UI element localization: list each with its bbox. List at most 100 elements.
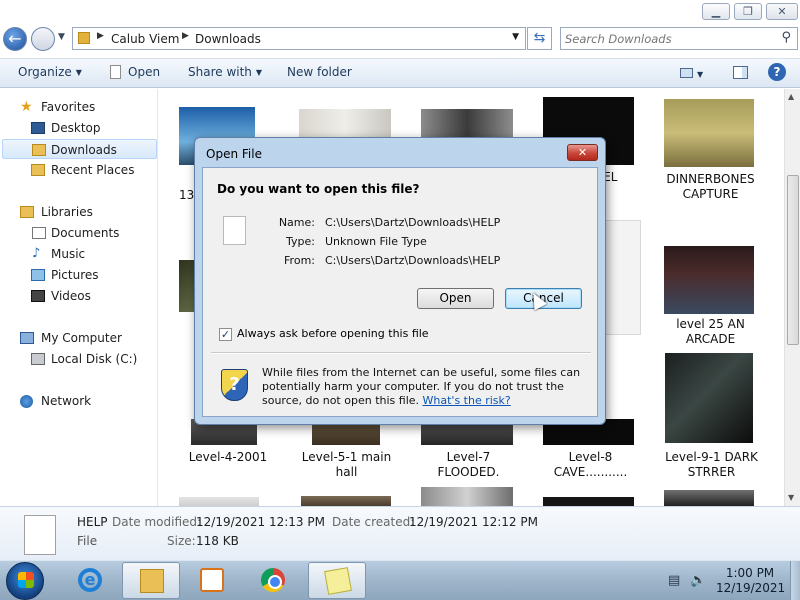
always-ask-checkbox[interactable]: ✓: [219, 328, 232, 341]
file-item-level-9-1-dark-strrer[interactable]: Level-9-1 DARK STRRER: [659, 353, 764, 483]
date-created-value: 12/19/2021 12:12 PM: [409, 515, 538, 529]
address-box[interactable]: ▶ Calub Viem ▶ Downloads ▼: [72, 27, 526, 50]
file-label: level 25 AN ARCADE: [676, 317, 745, 346]
search-icon[interactable]: ⚲: [781, 30, 791, 45]
chrome-icon: [261, 568, 285, 592]
nav-network[interactable]: Network: [20, 391, 150, 411]
open-button[interactable]: Open: [110, 65, 160, 79]
thumbnail-image: [665, 353, 753, 443]
search-input[interactable]: [565, 31, 765, 47]
computer-icon: [20, 332, 34, 344]
folder-icon: [78, 32, 90, 44]
open-file-button[interactable]: Open: [417, 288, 494, 309]
nav-videos[interactable]: Videos: [30, 286, 150, 306]
hard-disk-icon: [31, 353, 45, 365]
documents-icon: [32, 227, 46, 239]
taskbar-windows-explorer[interactable]: [122, 562, 180, 599]
refresh-button[interactable]: ⇆: [527, 27, 552, 50]
nav-local-disk[interactable]: Local Disk (C:): [30, 349, 150, 369]
dialog-question: Do you want to open this file?: [217, 182, 420, 196]
internet-explorer-icon: e: [78, 568, 102, 592]
windows-logo-icon: [18, 572, 34, 588]
network-tray-icon[interactable]: ▤: [668, 573, 680, 588]
chevron-right-icon[interactable]: ▶: [97, 31, 104, 41]
folder-icon: [140, 569, 164, 593]
file-item[interactable]: [301, 496, 391, 506]
nav-libraries[interactable]: Libraries: [20, 202, 150, 222]
file-label: Level-4-2001: [188, 450, 268, 464]
file-item[interactable]: [543, 497, 634, 506]
search-box[interactable]: ⚲: [560, 27, 798, 50]
change-view-button[interactable]: ▼: [680, 67, 703, 81]
minimize-button[interactable]: ▁: [702, 3, 730, 20]
file-item[interactable]: [421, 487, 513, 506]
downloads-folder-icon: [32, 144, 46, 156]
breadcrumb-downloads[interactable]: Downloads: [195, 32, 261, 46]
media-player-icon: [200, 568, 224, 592]
file-item-level-25-arcade[interactable]: level 25 AN ARCADE: [659, 246, 764, 351]
file-item-dinnerbones-capture[interactable]: DINNERBONES CAPTURE: [659, 99, 764, 204]
nav-my-computer[interactable]: My Computer: [20, 328, 150, 348]
date-created-label: Date created:: [332, 515, 415, 529]
nav-downloads[interactable]: Downloads: [2, 139, 157, 159]
type-label: Type:: [286, 235, 315, 248]
selected-file-type: File: [77, 534, 98, 548]
desktop-icon: [31, 122, 45, 134]
scroll-down-arrow-icon[interactable]: ▼: [788, 493, 794, 502]
star-icon: ★: [20, 99, 33, 115]
file-label: Level-9-1 DARK STRRER: [665, 450, 758, 479]
file-type-value: Unknown File Type: [325, 235, 427, 248]
details-pane: HELP File Date modified: 12/19/2021 12:1…: [0, 506, 800, 560]
start-button[interactable]: [6, 562, 44, 600]
nav-favorites[interactable]: ★ Favorites: [20, 97, 150, 117]
file-from-value: C:\Users\Dartz\Downloads\HELP: [325, 254, 501, 267]
show-desktop-button[interactable]: [790, 561, 800, 600]
address-dropdown-icon[interactable]: ▼: [512, 32, 519, 42]
scroll-up-arrow-icon[interactable]: ▲: [788, 92, 794, 101]
volume-icon[interactable]: 🔈: [690, 573, 706, 588]
size-value: 118 KB: [196, 534, 239, 548]
scrollbar-thumb[interactable]: [787, 175, 799, 345]
thumbnail-image: [664, 99, 754, 167]
nav-desktop[interactable]: Desktop: [30, 118, 150, 138]
nav-documents[interactable]: Documents: [30, 223, 150, 243]
back-button[interactable]: ←: [3, 27, 27, 51]
file-item[interactable]: [664, 490, 754, 506]
nav-recent-places[interactable]: Recent Places: [30, 160, 150, 180]
organize-button[interactable]: Organize ▼: [18, 65, 82, 79]
close-window-button[interactable]: ✕: [766, 3, 798, 20]
vertical-scrollbar[interactable]: ▲ ▼: [784, 89, 800, 506]
dialog-title: Open File: [206, 147, 262, 161]
taskbar-chrome[interactable]: [244, 562, 302, 599]
taskbar-sticky-notes[interactable]: [308, 562, 366, 599]
file-document-icon: [24, 515, 56, 555]
preview-pane-button[interactable]: [733, 66, 748, 79]
whats-the-risk-link[interactable]: What's the risk?: [423, 394, 511, 407]
clock-time: 1:00 PM: [725, 566, 775, 580]
recent-pages-dropdown[interactable]: ▼: [58, 32, 65, 42]
nav-music[interactable]: ♪ Music: [30, 244, 150, 264]
help-button[interactable]: ?: [768, 63, 786, 81]
navigation-pane: ★ Favorites Desktop Downloads Recent Pla…: [0, 89, 158, 506]
file-item[interactable]: [179, 497, 259, 506]
nav-pictures[interactable]: Pictures: [30, 265, 150, 285]
share-with-button[interactable]: Share with ▼: [188, 65, 262, 79]
security-shield-icon: ?: [221, 369, 248, 401]
file-label: Level-5-1 main hall: [301, 450, 392, 479]
dialog-close-button[interactable]: ✕: [567, 144, 598, 161]
thumbnail-image: [299, 109, 391, 137]
new-folder-button[interactable]: New folder: [287, 65, 352, 79]
taskbar-media-player[interactable]: [183, 562, 241, 599]
thumbnail-image: [664, 246, 754, 314]
maximize-button[interactable]: ❐: [734, 3, 762, 20]
forward-button[interactable]: [31, 27, 55, 51]
file-label: Level-8 CAVE...........: [553, 450, 628, 479]
chevron-right-icon[interactable]: ▶: [182, 31, 189, 41]
recent-places-icon: [31, 164, 45, 176]
taskbar-internet-explorer[interactable]: e: [61, 562, 119, 599]
clock[interactable]: 1:00 PM 12/19/2021: [716, 566, 786, 596]
clock-date: 12/19/2021: [716, 581, 786, 595]
sticky-notes-icon: [324, 567, 352, 595]
document-icon: [110, 65, 121, 79]
breadcrumb-user[interactable]: Calub Viem: [111, 32, 179, 46]
